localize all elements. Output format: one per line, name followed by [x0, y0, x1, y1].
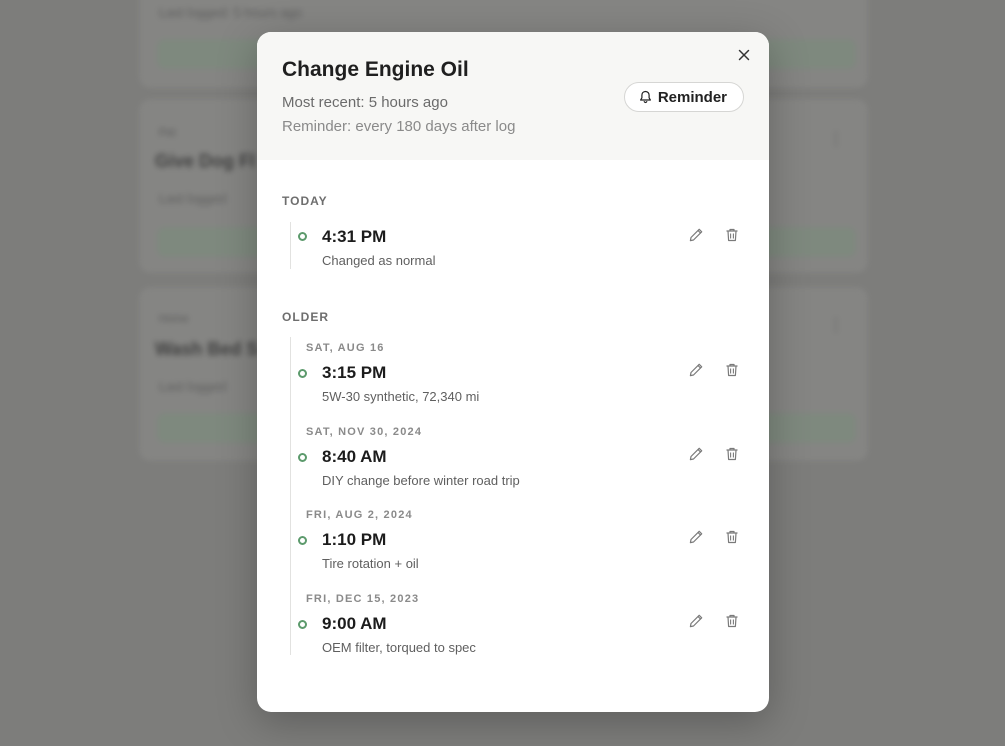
most-recent-text: Most recent: 5 hours ago	[282, 94, 448, 111]
entry-date: SAT, AUG 16	[306, 342, 385, 354]
delete-button[interactable]	[723, 447, 741, 465]
pencil-icon	[688, 613, 704, 634]
trash-icon	[724, 529, 740, 550]
entry-note: OEM filter, torqued to spec	[322, 640, 476, 655]
background-card-title: Wash Bed S	[155, 339, 259, 359]
entry-time: 1:10 PM	[322, 530, 387, 549]
pencil-icon	[688, 529, 704, 550]
entry-time: 8:40 AM	[322, 447, 387, 466]
more-icon: ⋮	[828, 131, 844, 148]
entry-note: Changed as normal	[322, 253, 436, 268]
reminder-button[interactable]: Reminder	[623, 82, 744, 112]
background-card-subtitle: Last logged: 5 hours ago	[159, 5, 303, 20]
entry-note: 5W-30 synthetic, 72,340 mi	[322, 389, 480, 404]
close-button[interactable]	[735, 48, 753, 66]
entry-note: Tire rotation + oil	[322, 556, 419, 571]
edit-button[interactable]	[687, 530, 705, 548]
close-icon	[738, 48, 750, 66]
delete-button[interactable]	[723, 363, 741, 381]
pencil-icon	[688, 227, 704, 248]
reminder-schedule-text: Reminder: every 180 days after log	[282, 118, 516, 135]
pencil-icon	[688, 362, 704, 383]
timeline-dot	[298, 620, 307, 629]
entry-note: DIY change before winter road trip	[322, 473, 520, 488]
timeline-dot	[298, 536, 307, 545]
log-history-modal: Change Engine Oil Most recent: 5 hours a…	[257, 32, 769, 712]
trash-icon	[724, 446, 740, 467]
entry-time: 3:15 PM	[322, 363, 387, 382]
section-label-today: TODAY	[282, 194, 328, 208]
trash-icon	[724, 227, 740, 248]
entry-time: 4:31 PM	[322, 227, 387, 246]
entry-date: FRI, AUG 2, 2024	[306, 509, 413, 521]
background-card-chip: Home	[159, 313, 189, 325]
delete-button[interactable]	[723, 530, 741, 548]
background-card-chip: Pet	[159, 127, 176, 139]
section-label-older: OLDER	[282, 310, 329, 324]
delete-button[interactable]	[723, 614, 741, 632]
pencil-icon	[688, 446, 704, 467]
reminder-button-label: Reminder	[657, 88, 727, 106]
trash-icon	[724, 613, 740, 634]
timeline-dot	[298, 232, 307, 241]
edit-button[interactable]	[687, 614, 705, 632]
delete-button[interactable]	[723, 228, 741, 246]
timeline-line	[290, 222, 291, 269]
edit-button[interactable]	[687, 228, 705, 246]
background-card-subtitle: Last logged	[159, 191, 227, 206]
timeline-line	[290, 337, 291, 655]
background-card-subtitle: Last logged	[159, 379, 227, 394]
entry-date: FRI, DEC 15, 2023	[306, 593, 420, 605]
modal-title: Change Engine Oil	[282, 58, 469, 81]
bell-icon	[639, 90, 652, 104]
timeline-dot	[298, 453, 307, 462]
edit-button[interactable]	[687, 447, 705, 465]
edit-button[interactable]	[687, 363, 705, 381]
more-icon: ⋮	[828, 317, 844, 334]
modal-header: Change Engine Oil Most recent: 5 hours a…	[257, 32, 769, 160]
background-card-title: Give Dog Fl	[155, 151, 256, 171]
timeline-dot	[298, 369, 307, 378]
trash-icon	[724, 362, 740, 383]
entry-time: 9:00 AM	[322, 614, 387, 633]
entry-date: SAT, NOV 30, 2024	[306, 426, 423, 438]
